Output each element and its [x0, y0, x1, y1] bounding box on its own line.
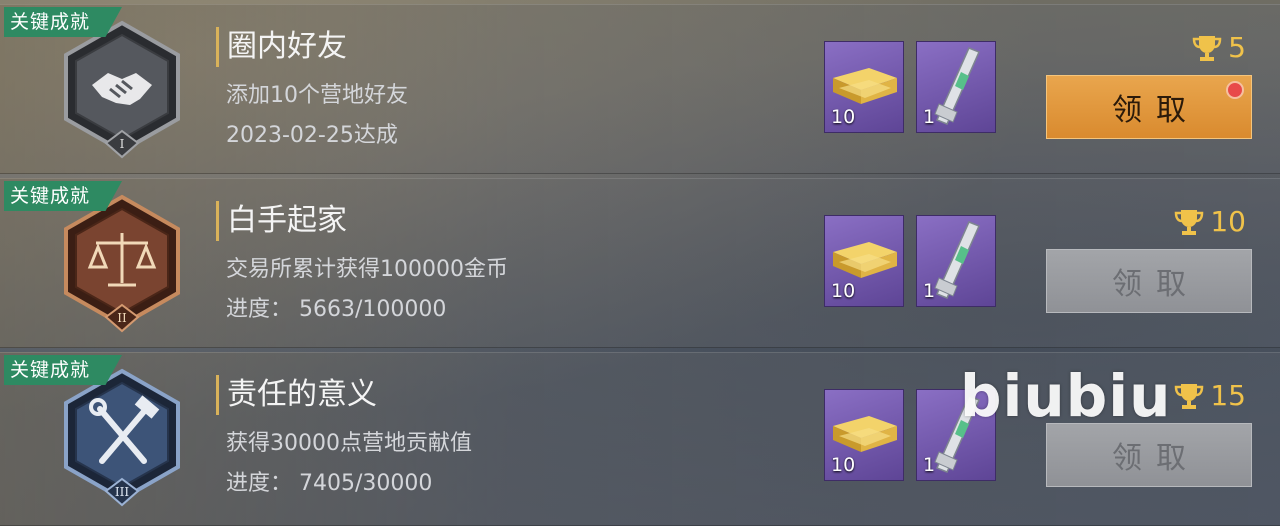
achievement-description: 获得30000点营地贡献值: [226, 431, 472, 456]
reward-item-gold[interactable]: 10: [824, 215, 904, 307]
reward-item-gold[interactable]: 10: [824, 389, 904, 481]
achievement-title: 圈内好友: [216, 27, 347, 67]
badge-tier-label: III: [115, 485, 129, 499]
claim-button[interactable]: 领取: [1046, 423, 1252, 487]
key-achievement-tag: 关键成就: [4, 355, 122, 385]
reward-quantity: 1: [923, 106, 936, 128]
trophy-points: 10: [1174, 205, 1246, 238]
reward-quantity: 10: [831, 454, 856, 476]
reward-quantity: 10: [831, 280, 856, 302]
trophy-points: 5: [1192, 31, 1246, 64]
achievement-title: 责任的意义: [216, 375, 377, 415]
achievement-title: 白手起家: [216, 201, 347, 241]
reward-quantity: 10: [831, 106, 856, 128]
achievement-badge: II: [56, 193, 188, 337]
reward-item-weapon[interactable]: 1: [916, 215, 996, 307]
reward-quantity: 1: [923, 280, 936, 302]
key-achievement-tag: 关键成就: [4, 181, 122, 211]
trophy-points: 15: [1174, 379, 1246, 412]
reward-item-weapon[interactable]: 1: [916, 41, 996, 133]
achievement-status: 进度： 7405/30000: [226, 471, 433, 496]
claim-button[interactable]: 领取: [1046, 249, 1252, 313]
achievement-badge: I: [56, 19, 188, 163]
badge-tier-label: I: [120, 137, 125, 151]
achievement-row: 关键成就 II 白手起家 交易所累计获得100000金币 进度： 5663/10…: [0, 178, 1280, 348]
achievement-description: 添加10个营地好友: [226, 83, 408, 108]
trophy-points-value: 15: [1210, 379, 1246, 412]
achievement-status: 进度： 5663/100000: [226, 297, 447, 322]
key-achievement-tag: 关键成就: [4, 7, 122, 37]
reward-quantity: 1: [923, 454, 936, 476]
achievement-badge: III: [56, 367, 188, 511]
watermark: biubiu: [960, 362, 1172, 430]
reward-item-gold[interactable]: 10: [824, 41, 904, 133]
achievement-status: 2023-02-25达成: [226, 123, 398, 148]
trophy-icon: [1175, 209, 1204, 235]
trophy-icon: [1192, 35, 1222, 61]
trophy-points-value: 5: [1228, 31, 1246, 64]
trophy-icon: [1175, 383, 1204, 409]
claim-button[interactable]: 领取: [1046, 75, 1252, 139]
notification-dot: [1226, 81, 1244, 99]
badge-tier-label: II: [117, 311, 127, 325]
achievement-description: 交易所累计获得100000金币: [226, 257, 508, 282]
achievement-row: 关键成就 I 圈内好友 添加10个营地好友 2023-02-25达成 10 1 …: [0, 4, 1280, 174]
trophy-points-value: 10: [1210, 205, 1246, 238]
